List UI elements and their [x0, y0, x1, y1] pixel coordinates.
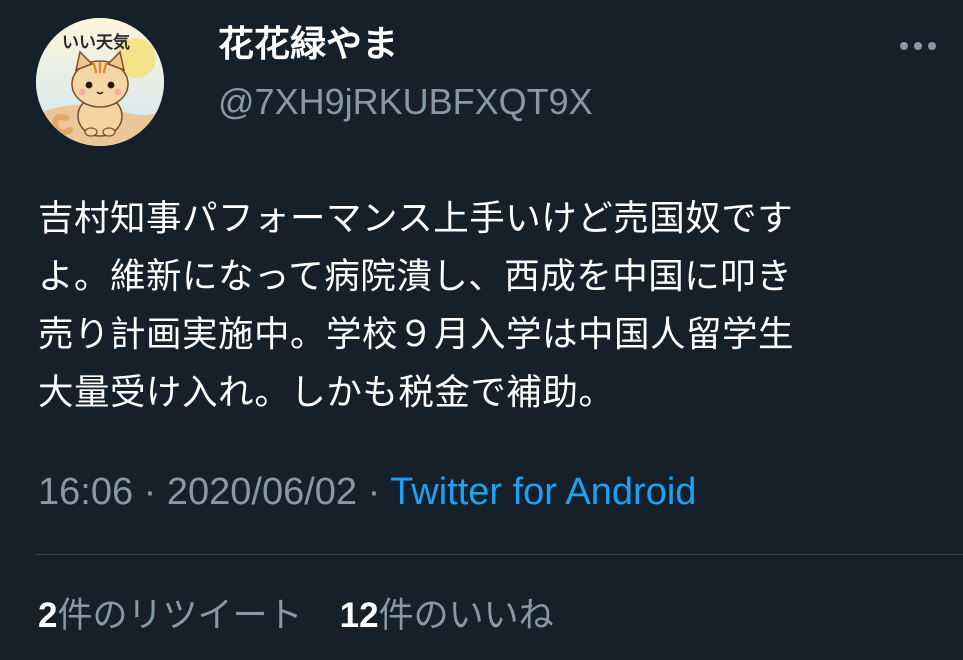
- engagement-stats: 2件のリツイート 12件のいいね: [38, 590, 580, 642]
- separator-dot: ·: [133, 471, 167, 513]
- retweets-label: 件のリツイート: [57, 596, 303, 636]
- svg-text:いい天気: いい天気: [62, 32, 130, 53]
- avatar[interactable]: いい天気: [36, 18, 164, 146]
- tweet-time: 16:06: [38, 471, 134, 513]
- user-handle[interactable]: @7XH9jRKUBFXQT9X: [218, 78, 593, 126]
- display-name[interactable]: 花花緑やま: [218, 20, 398, 70]
- tweet-text: 吉村知事パフォーマンス上手いけど売国奴です よ。維新になって病院潰し、西成を中国…: [38, 198, 795, 413]
- retweets-stat[interactable]: 2件のリツイート: [38, 596, 302, 636]
- divider: [36, 554, 963, 555]
- likes-count: 12: [339, 596, 379, 635]
- likes-label: 件のいいね: [378, 596, 554, 636]
- likes-stat[interactable]: 12件のいいね: [340, 596, 554, 636]
- tweet-source-link[interactable]: Twitter for Android: [390, 471, 696, 513]
- tweet-detail: いい天気 花花緑やま @7XH9jRKUBFXQT9X 吉村知事パフォーマンス上…: [0, 0, 963, 660]
- separator-dot: ·: [357, 471, 391, 513]
- more-horizontal-icon[interactable]: [896, 36, 940, 56]
- tweet-date: 2020/06/02: [166, 471, 358, 513]
- retweets-count: 2: [38, 596, 58, 635]
- tweet-metadata: 16:06 · 2020/06/02 · Twitter for Android: [38, 464, 696, 520]
- cat-avatar-image: いい天気: [36, 18, 164, 146]
